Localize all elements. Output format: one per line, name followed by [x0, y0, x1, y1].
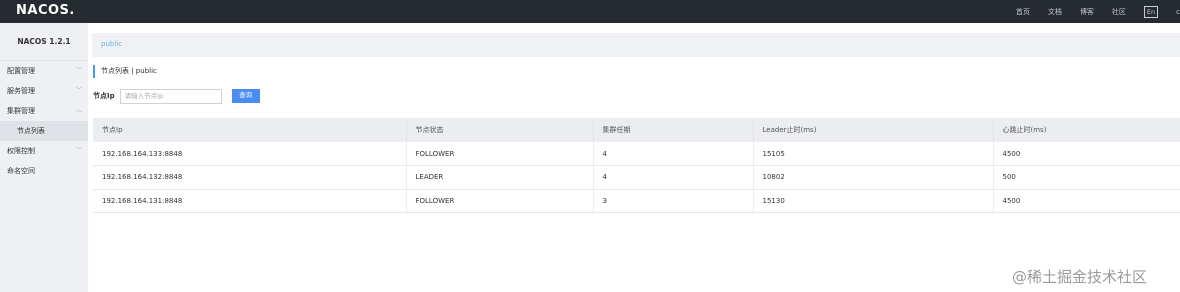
cell-heartbeat-timeout: 4500 — [993, 142, 1180, 166]
sidebar-item-node-list[interactable]: 节点列表 — [0, 121, 88, 141]
cell-node-ip: 192.168.164.131:8848 — [93, 189, 407, 213]
sidebar-item-label: 节点列表 — [17, 127, 45, 135]
sidebar-item-label: 权限控制 — [7, 147, 35, 155]
cell-node-state: FOLLOWER — [406, 189, 594, 213]
nav-blog[interactable]: 博客 — [1080, 7, 1094, 17]
cell-leader-timeout: 15105 — [753, 142, 994, 166]
cell-heartbeat-timeout: 4500 — [993, 189, 1180, 213]
table-row: 192.168.164.131:8848 FOLLOWER 3 15130 45… — [93, 189, 1180, 213]
table-header-row: 节点Ip 节点状态 集群任期 Leader止时(ms) 心跳止时(ms) — [93, 118, 1180, 142]
cell-heartbeat-timeout: 500 — [993, 165, 1180, 190]
sidebar-item-label: 配置管理 — [7, 67, 35, 75]
version-label: NACOS 1.2.1 — [0, 23, 88, 61]
watermark: @稀土掘金技术社区 — [1012, 268, 1148, 286]
cell-cluster-term: 4 — [593, 165, 754, 190]
column-header-cluster-term: 集群任期 — [593, 118, 754, 142]
table-row: 192.168.164.132:8848 LEADER 4 10802 500 — [93, 165, 1180, 190]
search-row: 节点Ip 查询 — [93, 88, 260, 104]
chevron-down-icon: ﹀ — [75, 67, 82, 74]
sidebar-item-service-management[interactable]: 服务管理 ﹀ — [0, 81, 88, 101]
chevron-down-icon: ﹀ — [75, 87, 82, 94]
sidebar-item-namespace[interactable]: 命名空间 — [0, 161, 88, 181]
nav-docs[interactable]: 文档 — [1048, 7, 1062, 17]
cell-leader-timeout: 15130 — [753, 189, 994, 213]
top-nav: 首页 文档 博客 社区 En c — [1016, 0, 1180, 23]
column-header-heartbeat-timeout: 心跳止时(ms) — [993, 118, 1180, 142]
cell-node-state: FOLLOWER — [406, 142, 594, 166]
chevron-down-icon: ﹀ — [75, 147, 82, 154]
nacos-logo[interactable]: NACOS. — [16, 3, 75, 18]
cell-cluster-term: 3 — [593, 189, 754, 213]
cell-leader-timeout: 10802 — [753, 165, 994, 190]
search-label: 节点Ip — [93, 92, 115, 100]
column-header-node-state: 节点状态 — [406, 118, 594, 142]
cluster-node-table: 节点Ip 节点状态 集群任期 Leader止时(ms) 心跳止时(ms) 192… — [93, 118, 1180, 213]
cell-node-ip: 192.168.164.133:8848 — [93, 142, 407, 166]
column-header-node-ip: 节点Ip — [93, 118, 407, 142]
cell-node-ip: 192.168.164.132:8848 — [93, 165, 407, 190]
language-toggle-button[interactable]: En — [1143, 5, 1159, 18]
sidebar-item-cluster-management[interactable]: 集群管理 ︿ — [0, 101, 88, 121]
sidebar-item-label: 命名空间 — [7, 167, 35, 175]
sidebar-item-permission-control[interactable]: 权限控制 ﹀ — [0, 141, 88, 161]
namespace-bar: public — [92, 33, 1180, 57]
sidebar-item-label: 服务管理 — [7, 87, 35, 95]
sidebar: NACOS 1.2.1 配置管理 ﹀ 服务管理 ﹀ 集群管理 ︿ 节点列表 权限… — [0, 23, 88, 292]
namespace-tab-public[interactable]: public — [101, 40, 122, 48]
nav-home[interactable]: 首页 — [1016, 7, 1030, 17]
query-button[interactable]: 查询 — [231, 89, 260, 103]
node-ip-search-input[interactable] — [119, 88, 222, 104]
table-row: 192.168.164.133:8848 FOLLOWER 4 15105 45… — [93, 142, 1180, 166]
truncated-nav-item[interactable]: c — [1176, 8, 1180, 16]
chevron-up-icon: ︿ — [75, 107, 82, 114]
page-title: 节点列表 | public — [93, 65, 157, 78]
top-bar: NACOS. 首页 文档 博客 社区 En c — [0, 0, 1180, 23]
cell-node-state: LEADER — [406, 165, 594, 190]
main-content: public 节点列表 | public 节点Ip 查询 节点Ip 节点状态 集… — [88, 23, 1180, 292]
nav-community[interactable]: 社区 — [1112, 7, 1126, 17]
sidebar-item-label: 集群管理 — [7, 107, 35, 115]
sidebar-item-config-management[interactable]: 配置管理 ﹀ — [0, 61, 88, 81]
column-header-leader-timeout: Leader止时(ms) — [753, 118, 994, 142]
cell-cluster-term: 4 — [593, 142, 754, 166]
